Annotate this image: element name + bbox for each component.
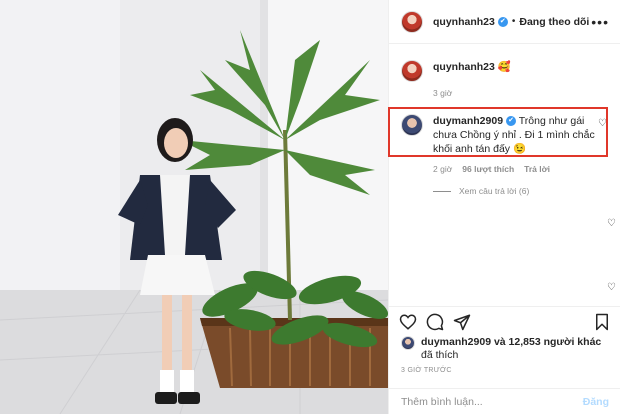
reply-button[interactable]: Trả lời xyxy=(524,164,550,174)
comment-item: duymanh2909 ✔ Trông như gái chưa Chồng ý … xyxy=(401,114,611,196)
separator-dot: • xyxy=(511,16,516,27)
caption-text-block: quynhanh23 🥰 xyxy=(433,60,511,74)
post-caption: quynhanh23 🥰 3 giờ xyxy=(401,60,611,98)
verified-badge-icon: ✔ xyxy=(497,16,508,27)
commenter-avatar[interactable] xyxy=(401,114,423,136)
post-side-panel: quynhanh23 ✔ • Đang theo dõi ••• quynhan… xyxy=(388,0,620,414)
verified-badge-icon: ✔ xyxy=(506,116,517,127)
caption-time: 3 giờ xyxy=(433,88,453,98)
post-header: quynhanh23 ✔ • Đang theo dõi ••• xyxy=(389,0,620,44)
view-replies-button[interactable]: Xem câu trả lời (6) xyxy=(433,186,611,196)
author-avatar[interactable] xyxy=(401,10,423,33)
instagram-post: quynhanh23 ✔ • Đang theo dõi ••• quynhan… xyxy=(0,0,620,414)
comment-time: 2 giờ xyxy=(433,164,453,174)
likes-summary: duymanh2909 và 12,853 người khác đã thíc… xyxy=(401,336,601,362)
liker-username[interactable]: duymanh2909 xyxy=(421,336,491,348)
liker-avatar[interactable] xyxy=(401,336,415,350)
reply-like-heart-icon[interactable]: ♡ xyxy=(607,218,616,229)
author-username[interactable]: quynhanh23 xyxy=(433,16,495,28)
view-replies-label: Xem câu trả lời (6) xyxy=(459,186,530,196)
comment-like-heart-icon[interactable]: ♡ xyxy=(598,118,607,129)
likes-second-line: đã thích xyxy=(421,349,459,361)
reply-like-heart-icon[interactable]: ♡ xyxy=(607,282,616,293)
like-heart-icon[interactable] xyxy=(399,313,417,331)
save-bookmark-icon[interactable] xyxy=(593,313,611,331)
post-photo[interactable] xyxy=(0,0,388,414)
comment-bubble-icon[interactable] xyxy=(426,313,444,331)
header-user: quynhanh23 ✔ • Đang theo dõi xyxy=(433,16,589,28)
caption-avatar[interactable] xyxy=(401,60,423,82)
photo-illustration xyxy=(0,0,388,414)
comment-like-count[interactable]: 96 lượt thích xyxy=(462,164,514,174)
likes-text: duymanh2909 và 12,853 người khác đã thíc… xyxy=(421,336,601,362)
follow-status-button[interactable]: Đang theo dõi xyxy=(519,16,589,28)
comment-input[interactable] xyxy=(401,395,561,408)
comment-text-block: duymanh2909 ✔ Trông như gái chưa Chồng ý … xyxy=(433,114,601,156)
replies-line xyxy=(433,190,451,192)
comment-composer: Đăng xyxy=(389,388,620,414)
post-timestamp[interactable]: 3 GIỜ TRƯỚC xyxy=(401,367,452,374)
comment-meta: 2 giờ 96 lượt thích Trả lời xyxy=(433,164,611,174)
post-comment-button[interactable]: Đăng xyxy=(583,396,609,408)
likes-others[interactable]: và 12,853 người khác xyxy=(494,336,601,348)
caption-text: 🥰 xyxy=(497,61,511,73)
more-options-icon[interactable]: ••• xyxy=(591,14,609,30)
caption-username[interactable]: quynhanh23 xyxy=(433,61,495,73)
share-paper-plane-icon[interactable] xyxy=(453,313,471,331)
action-bar xyxy=(389,306,620,336)
commenter-username[interactable]: duymanh2909 xyxy=(433,115,503,127)
